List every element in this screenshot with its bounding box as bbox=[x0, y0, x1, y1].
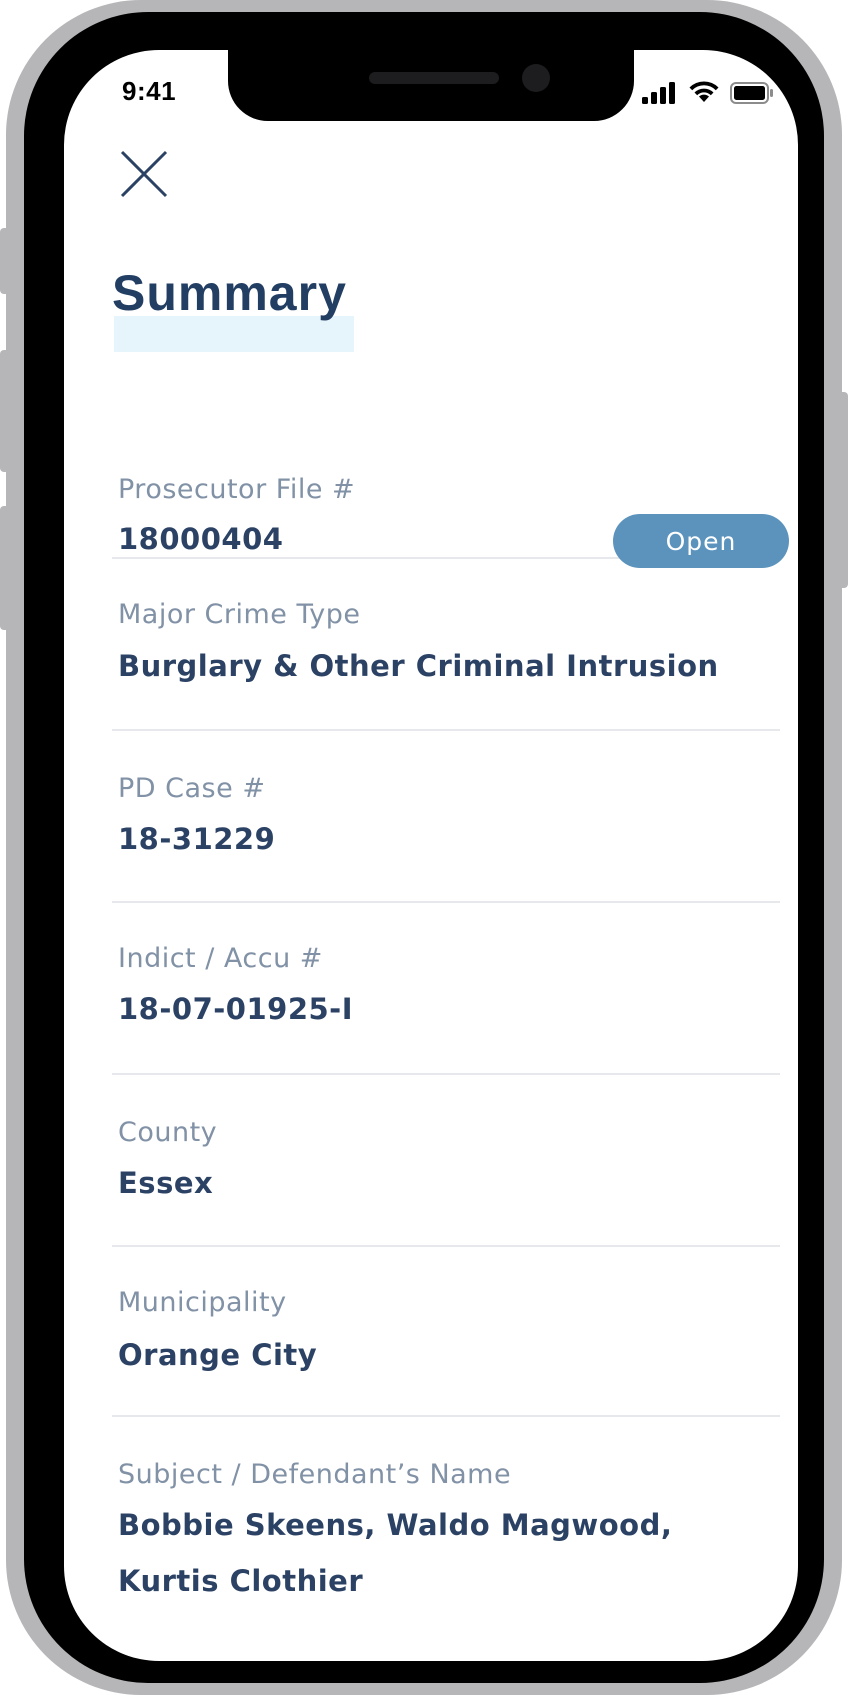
volume-up-button bbox=[0, 350, 12, 472]
field-municipality: Municipality Orange City bbox=[112, 1247, 780, 1417]
field-value: 18-31229 bbox=[118, 822, 276, 856]
field-label: Indict / Accu # bbox=[118, 943, 323, 974]
mute-switch bbox=[0, 228, 12, 294]
field-label: Prosecutor File # bbox=[118, 474, 356, 505]
notch bbox=[228, 50, 634, 121]
field-value: Essex bbox=[118, 1166, 214, 1200]
status-icons bbox=[642, 80, 774, 104]
close-button[interactable] bbox=[116, 146, 172, 202]
power-button bbox=[836, 392, 848, 588]
close-icon bbox=[120, 150, 168, 198]
field-county: County Essex bbox=[112, 1075, 780, 1247]
status-time: 9:41 bbox=[122, 76, 177, 106]
field-label: Subject / Defendant’s Name bbox=[118, 1459, 512, 1490]
phone-frame: 9:41 Summary Prosecutor File # 18000404 … bbox=[0, 0, 848, 1695]
field-subject-defendant-name: Subject / Defendant’s Name Bobbie Skeens… bbox=[112, 1417, 780, 1657]
field-major-crime-type: Major Crime Type Burglary & Other Crimin… bbox=[112, 559, 780, 731]
field-prosecutor-file: Prosecutor File # 18000404 Open bbox=[112, 388, 789, 568]
title-highlight bbox=[114, 316, 354, 352]
front-camera bbox=[522, 64, 550, 92]
field-label: PD Case # bbox=[118, 773, 266, 804]
field-label: Major Crime Type bbox=[118, 599, 361, 630]
field-value: 18-07-01925-I bbox=[118, 992, 354, 1026]
phone-bezel: 9:41 Summary Prosecutor File # 18000404 … bbox=[24, 12, 824, 1683]
battery-icon bbox=[730, 82, 773, 104]
field-value: Bobbie Skeens, Waldo Magwood, Kurtis Clo… bbox=[118, 1508, 673, 1598]
volume-down-button bbox=[0, 506, 12, 630]
field-indict-accu: Indict / Accu # 18-07-01925-I bbox=[112, 903, 780, 1075]
field-value: Orange City bbox=[118, 1338, 318, 1372]
field-pd-case: PD Case # 18-31229 bbox=[112, 731, 780, 903]
field-label: County bbox=[118, 1117, 218, 1148]
summary-field-list: Prosecutor File # 18000404 Open Major Cr… bbox=[112, 388, 789, 1657]
page-title: Summary bbox=[112, 265, 347, 321]
phone-screen: 9:41 Summary Prosecutor File # 18000404 … bbox=[64, 50, 798, 1661]
speaker-grille bbox=[369, 72, 499, 84]
cellular-signal-icon bbox=[642, 82, 675, 104]
wifi-icon bbox=[689, 81, 719, 102]
field-label: Municipality bbox=[118, 1287, 287, 1318]
field-value: Burglary & Other Criminal Intrusion bbox=[118, 649, 719, 683]
